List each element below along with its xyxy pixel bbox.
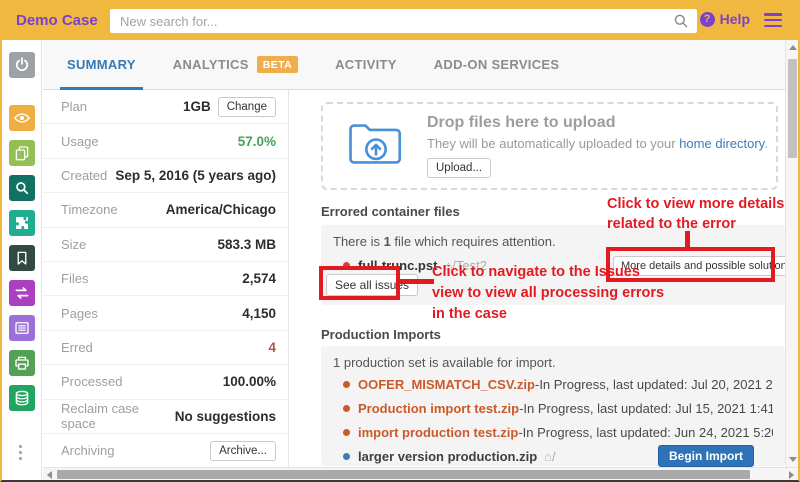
search-box bbox=[110, 9, 697, 33]
power-icon[interactable] bbox=[9, 52, 35, 78]
list-icon[interactable] bbox=[9, 315, 35, 341]
import-file-name: import production test.zip bbox=[358, 424, 519, 440]
import-status: In Progress, last updated: Jun 24, 2021 … bbox=[522, 424, 773, 440]
bookmark-icon[interactable] bbox=[9, 245, 35, 271]
production-imports-panel: 1 production set is available for import… bbox=[321, 346, 785, 467]
tab-analytics[interactable]: ANALYTICS BETA bbox=[166, 40, 305, 89]
production-import-row: larger version production.zip ⌂ / Begin I… bbox=[333, 444, 773, 467]
search-input[interactable] bbox=[110, 9, 697, 33]
detail-row-reclaim: Reclaim case space No suggestions bbox=[43, 400, 288, 434]
detail-row-processed: Processed 100.00% bbox=[43, 365, 288, 400]
home-directory-link[interactable]: home directory bbox=[679, 136, 764, 151]
dropzone-subtitle: They will be automatically uploaded to y… bbox=[427, 136, 768, 151]
production-imports-heading: Production Imports bbox=[321, 327, 441, 342]
import-status: In Progress, last updated: Jul 20, 2021 … bbox=[539, 376, 773, 392]
scroll-right-arrow[interactable] bbox=[789, 470, 794, 479]
import-bullet-icon bbox=[343, 428, 350, 436]
production-import-row: Production import test.zip - In Progress… bbox=[333, 396, 773, 420]
import-bullet-icon bbox=[343, 380, 350, 388]
sidebar bbox=[2, 40, 42, 480]
scroll-down-arrow[interactable] bbox=[789, 457, 797, 462]
import-bullet-icon bbox=[343, 404, 350, 412]
horizontal-scrollbar-thumb[interactable] bbox=[57, 469, 750, 479]
import-file-name: larger version production.zip bbox=[358, 448, 538, 464]
detail-row-pages: Pages 4,150 bbox=[43, 296, 288, 331]
import-status: In Progress, last updated: Jul 15, 2021 … bbox=[523, 400, 773, 416]
main-area: SUMMARY ANALYTICS BETA ACTIVITY ADD-ON SE… bbox=[43, 40, 798, 480]
annotation-box-see-issues bbox=[319, 266, 400, 300]
import-bullet-icon bbox=[343, 452, 350, 460]
search-case-icon[interactable] bbox=[9, 175, 35, 201]
summary-content: Drop files here to upload They will be a… bbox=[302, 90, 785, 467]
import-file-name: Production import test.zip bbox=[358, 400, 520, 416]
scroll-up-arrow[interactable] bbox=[789, 45, 797, 50]
import-file-name: OOFER_MISMATCH_CSV.zip bbox=[358, 376, 535, 392]
help-label: Help bbox=[719, 11, 750, 27]
puzzle-icon[interactable] bbox=[9, 210, 35, 236]
hamburger-menu-icon[interactable] bbox=[764, 13, 782, 30]
dropzone-title: Drop files here to upload bbox=[427, 114, 616, 131]
begin-import-button[interactable]: Begin Import bbox=[658, 445, 754, 467]
search-icon[interactable] bbox=[673, 13, 689, 34]
archive-button[interactable]: Archive... bbox=[210, 440, 276, 461]
detail-row-created: Created Sep 5, 2016 (5 years ago) bbox=[43, 159, 288, 194]
change-plan-button[interactable]: Change bbox=[217, 96, 276, 117]
production-intro: 1 production set is available for import… bbox=[333, 354, 556, 370]
vertical-scrollbar-thumb[interactable] bbox=[787, 59, 797, 158]
home-icon: ⌂ bbox=[544, 448, 552, 464]
detail-row-erred: Erred 4 bbox=[43, 331, 288, 366]
copy-pages-icon[interactable] bbox=[9, 140, 35, 166]
tab-bar: SUMMARY ANALYTICS BETA ACTIVITY ADD-ON SE… bbox=[43, 40, 798, 90]
case-name: Demo Case bbox=[16, 12, 98, 29]
horizontal-scrollbar[interactable] bbox=[43, 467, 798, 480]
goldfinch-logo bbox=[8, 476, 36, 480]
production-import-row: import production test.zip - In Progress… bbox=[333, 420, 773, 444]
detail-row-archiving: Archiving Archive... bbox=[43, 434, 288, 467]
beta-badge: BETA bbox=[256, 56, 299, 73]
vertical-scrollbar[interactable] bbox=[785, 40, 798, 467]
scroll-left-arrow[interactable] bbox=[47, 470, 52, 479]
annotation-more-details: Click to view more details related to th… bbox=[607, 196, 785, 232]
help-link[interactable]: ? Help bbox=[699, 11, 750, 27]
detail-row-size: Size 583.3 MB bbox=[43, 228, 288, 262]
transfer-arrows-icon[interactable] bbox=[9, 280, 35, 306]
import-file-path: / bbox=[552, 448, 556, 464]
annotation-connector-horizontal bbox=[400, 279, 434, 284]
upload-button[interactable]: Upload... bbox=[427, 158, 492, 178]
detail-row-timezone: Timezone America/Chicago bbox=[43, 193, 288, 228]
eye-icon[interactable] bbox=[9, 105, 35, 131]
upload-folder-icon bbox=[347, 120, 405, 173]
detail-row-plan: Plan 1GB Change bbox=[43, 90, 288, 125]
tab-activity[interactable]: ACTIVITY bbox=[328, 40, 404, 89]
database-icon[interactable] bbox=[9, 385, 35, 411]
detail-row-usage: Usage 57.0% bbox=[43, 124, 288, 159]
app-window: Demo Case ? Help bbox=[0, 0, 800, 482]
question-circle-icon: ? bbox=[699, 11, 715, 27]
more-options-icon[interactable] bbox=[19, 445, 23, 463]
production-import-row: OOFER_MISMATCH_CSV.zip - In Progress, la… bbox=[333, 372, 773, 396]
detail-row-files: Files 2,574 bbox=[43, 262, 288, 297]
tab-summary[interactable]: SUMMARY bbox=[60, 40, 143, 90]
annotation-see-issues: Click to navigate to the Issues view to … bbox=[432, 264, 665, 322]
tab-addon-services[interactable]: ADD-ON SERVICES bbox=[427, 40, 567, 89]
upload-dropzone[interactable]: Drop files here to upload They will be a… bbox=[321, 102, 778, 190]
top-bar: Demo Case ? Help bbox=[2, 2, 798, 40]
printer-icon[interactable] bbox=[9, 350, 35, 376]
case-details-panel: Plan 1GB Change Usage 57.0% Created Sep 5… bbox=[43, 90, 289, 467]
